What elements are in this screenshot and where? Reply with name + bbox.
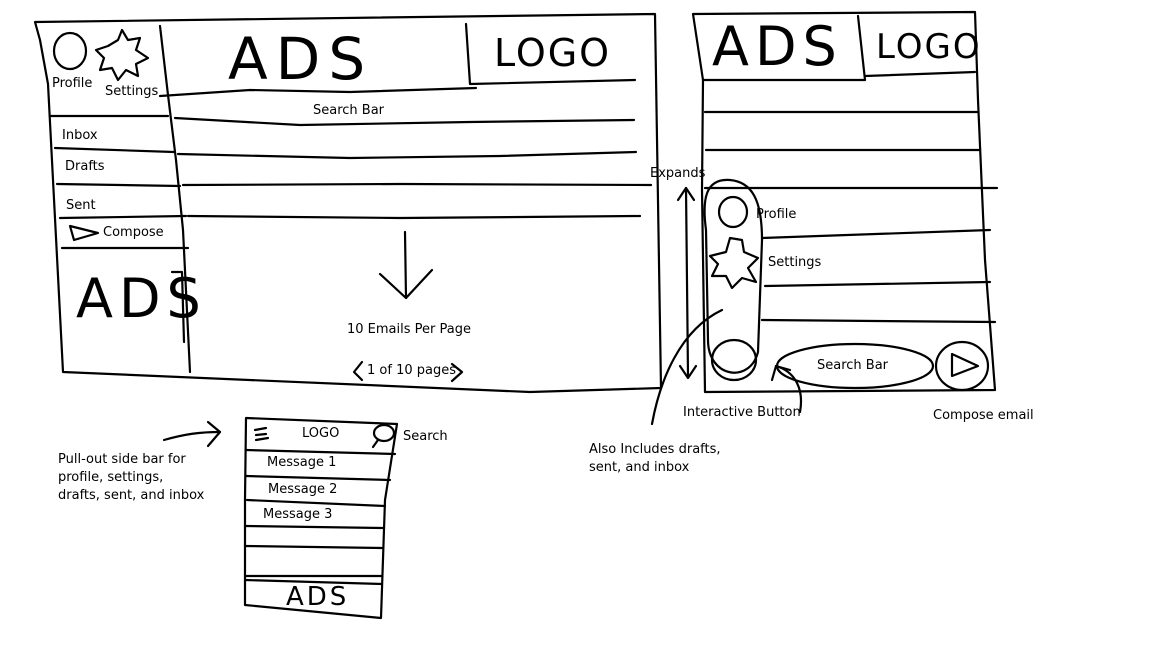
pagination-label[interactable]: 1 of 10 pages [367,364,456,377]
desktop-side-ads: ADS [76,267,207,330]
interactive-button-note: Interactive Button [683,405,801,420]
sidebar-item-inbox[interactable]: Inbox [62,129,98,142]
interactive-menu-button[interactable] [712,340,756,380]
pull-out-sidebar-note: Pull-out side bar for profile, settings,… [58,452,205,503]
mobile-search-label: Search [403,429,448,444]
search-icon[interactable] [372,424,396,448]
mobile-ads-banner: ADS [286,582,350,612]
gear-icon[interactable] [96,30,150,80]
hamburger-menu-icon[interactable] [252,426,270,442]
profile-icon[interactable] [52,32,88,70]
desktop-search-bar[interactable]: Search Bar [313,104,384,117]
sidebar-item-drafts[interactable]: Drafts [65,160,105,173]
sidebar-item-sent[interactable]: Sent [66,199,96,212]
sidebar-item-compose[interactable]: Compose [103,226,164,239]
tablet-profile-label[interactable]: Profile [756,208,796,221]
list-item[interactable]: Message 2 [268,483,337,496]
also-includes-note: Also Includes drafts, sent, and inbox [589,442,721,475]
compose-email-note: Compose email [933,408,1034,423]
mobile-logo: LOGO [302,426,340,441]
wireframe-canvas: ADS LOGO Profile Settings Search Bar Inb… [0,0,1152,648]
emails-per-page-note: 10 Emails Per Page [347,322,471,337]
desktop-ads-banner: ADS [228,25,374,93]
desktop-logo: LOGO [494,31,612,75]
tablet-ads-banner: ADS [712,15,843,78]
compose-icon[interactable] [68,224,100,242]
tablet-settings-label[interactable]: Settings [768,256,821,269]
desktop-profile-label[interactable]: Profile [52,77,92,90]
tablet-logo: LOGO [876,27,982,67]
expands-note: Expands [650,166,706,181]
compose-email-button[interactable] [936,342,988,390]
tablet-search-bar[interactable]: Search Bar [817,359,888,372]
list-item[interactable]: Message 1 [267,456,336,469]
list-item[interactable]: Message 3 [263,508,332,521]
desktop-settings-label[interactable]: Settings [105,85,158,98]
